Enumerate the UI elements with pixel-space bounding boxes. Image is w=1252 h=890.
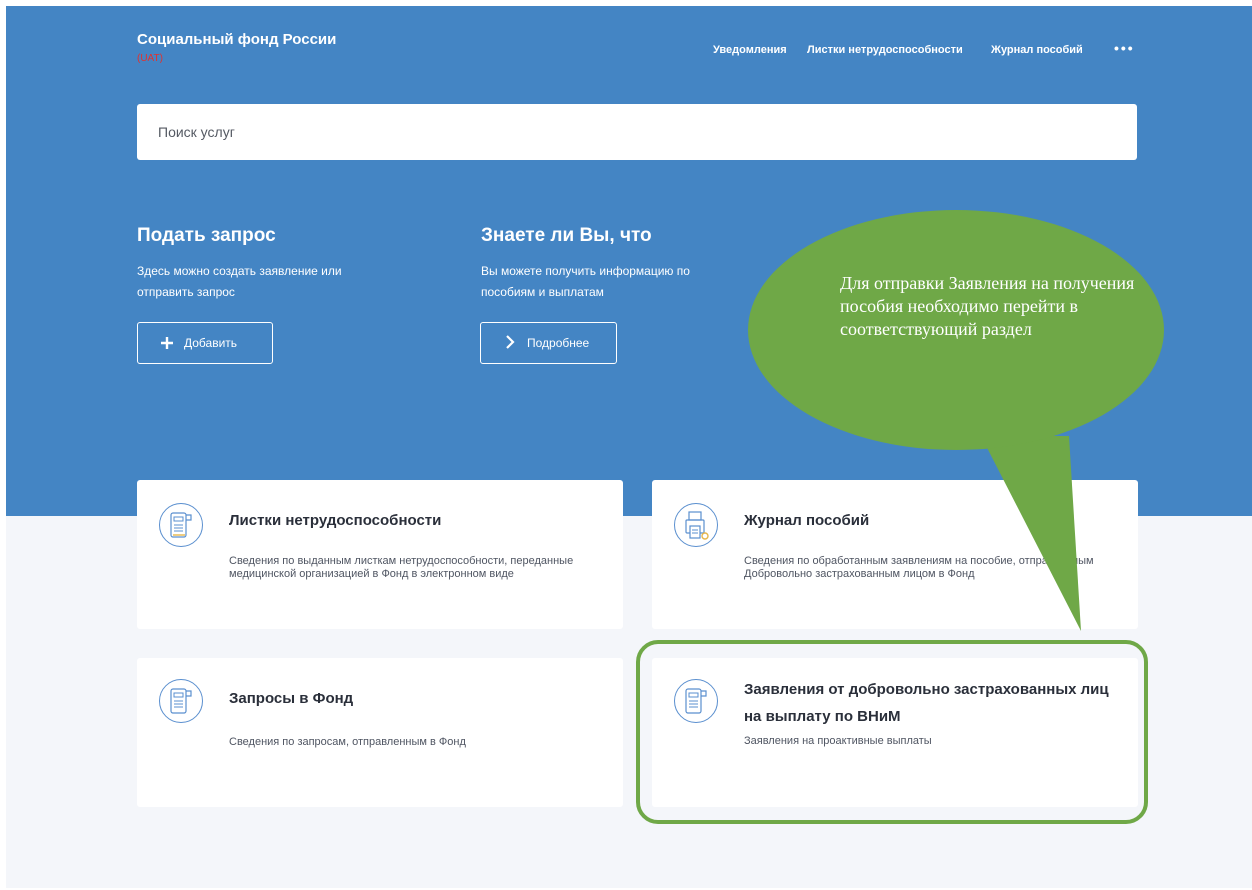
page: Социальный фонд России (UAT) Уведомления…	[6, 6, 1252, 888]
callout-text: Для отправки Заявления на получения посо…	[840, 273, 1135, 339]
highlight-frame	[636, 640, 1148, 824]
